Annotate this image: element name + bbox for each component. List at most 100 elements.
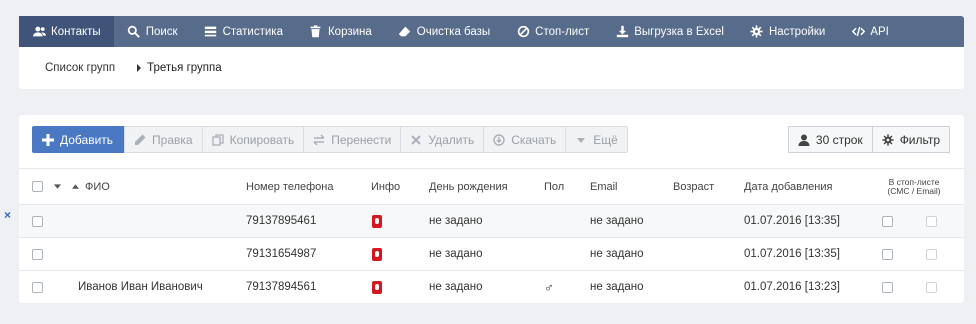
trash-icon [309,25,323,39]
cell-phone: 79137895461 [246,215,317,227]
move-button[interactable]: Перенести [303,126,402,153]
row-checkbox[interactable] [32,248,43,260]
cell-info [372,205,382,237]
cell-info [372,271,382,303]
nav-item-label: Контакты [51,25,101,38]
edit-button-label: Правка [152,132,193,147]
stats-icon [204,25,218,39]
col-age[interactable]: Возраст [673,169,714,204]
edit-button[interactable]: Правка [124,126,203,153]
table-row[interactable]: Иванов Иван Иванович 79137894561 не зада… [19,270,964,303]
cell-added-date: 01.07.2016 [13:23] [744,281,840,293]
stop-email-checkbox[interactable] [926,281,937,293]
nav-item-trash[interactable]: Корзина [296,16,385,47]
cell-stop-sms [882,238,893,270]
cell-info [372,238,382,270]
filter-button-label: Фильтр [899,132,940,147]
breadcrumb-groups-link[interactable]: Список групп [45,62,115,74]
nav-item-label: Выгрузка в Excel [634,25,724,38]
pencil-icon [135,134,146,145]
cell-stop-sms [882,205,893,237]
rows-per-page-label: 30 строк [815,132,863,147]
rows-per-page-button[interactable]: 30 строк [787,126,873,153]
nav-item-label: Статистика [222,25,283,38]
stop-sms-checkbox[interactable] [882,248,893,260]
row-checkbox[interactable] [32,215,43,227]
col-email[interactable]: Email [590,169,618,204]
nav-item-statistics[interactable]: Статистика [191,16,296,47]
delete-button-label: Удалить [428,132,475,147]
nav-item-settings[interactable]: Настройки [737,16,838,47]
row-checkbox[interactable] [32,281,43,293]
copy-button-label: Копировать [229,132,295,147]
stop-sms-checkbox[interactable] [882,281,893,293]
more-button[interactable]: Ещё [565,126,628,153]
sort-up-icon [72,184,79,189]
move-button-label: Перенести [331,132,392,147]
contacts-panel: Добавить Правка Копировать Перенести Уда… [19,115,964,303]
stop-sms-checkbox[interactable] [882,215,893,227]
gear-icon [882,133,894,146]
download-button-label: Скачать [511,132,557,147]
eraser-icon [398,25,412,39]
stop-email-checkbox[interactable] [926,215,937,227]
select-all-checkbox[interactable] [32,181,43,192]
table-header: ФИО Номер телефона Инфо День рождения По… [19,168,964,204]
cell-stop-email [926,205,937,237]
download-icon [615,25,629,39]
exchange-icon [313,134,325,145]
search-icon [127,25,141,39]
col-info[interactable]: Инфо [371,169,400,204]
ban-icon [516,25,530,39]
cell-added-date: 01.07.2016 [13:35] [744,248,840,260]
add-button-label: Добавить [60,132,114,147]
cell-phone: 79137894561 [246,281,317,293]
copy-button[interactable]: Копировать [201,126,305,153]
select-all-cell [32,169,43,204]
add-button[interactable]: Добавить [32,126,126,153]
cell-added-date: 01.07.2016 [13:35] [744,215,840,227]
col-phone[interactable]: Номер телефона [246,169,333,204]
col-stop-list-line2: (СМС / Email) [887,185,941,196]
delete-button[interactable]: Удалить [400,126,485,153]
row-select-cell [32,205,43,237]
cell-email: не задано [590,281,644,293]
col-gender[interactable]: Пол [544,169,564,204]
main-navbar: Контакты Поиск Статистика Корзина Очистк… [19,16,964,47]
nav-item-excel-export[interactable]: Выгрузка в Excel [602,16,737,47]
row-select-cell [32,271,43,303]
cell-birthday: не задано [429,215,483,227]
nav-item-label: Стоп-лист [535,25,590,38]
col-birthday[interactable]: День рождения [429,169,508,204]
cell-stop-sms [882,271,893,303]
top-panel: Контакты Поиск Статистика Корзина Очистк… [19,16,964,89]
more-button-label: Ещё [593,132,618,147]
caret-right-icon [137,64,142,72]
col-name-label: ФИО [85,180,110,193]
chevron-down-icon [577,137,586,143]
nav-item-search[interactable]: Поиск [114,16,191,47]
col-added-date[interactable]: Дата добавления [744,169,832,204]
stop-email-checkbox[interactable] [926,248,937,260]
operator-icon [372,280,382,294]
table-row[interactable]: 79137895461 не задано не задано 01.07.20… [19,204,964,237]
table-row[interactable]: 79131654987 не задано не задано 01.07.20… [19,237,964,270]
nav-item-clean-base[interactable]: Очистка базы [385,16,503,47]
contacts-toolbar: Добавить Правка Копировать Перенести Уда… [32,126,628,153]
nav-item-stop-list[interactable]: Стоп-лист [503,16,602,47]
user-icon [798,134,810,146]
operator-icon [372,214,382,228]
filter-button[interactable]: Фильтр [871,126,950,153]
copy-icon [211,133,224,146]
nav-item-label: Корзина [327,25,372,38]
row-remove-icon[interactable]: × [4,208,11,222]
col-name[interactable]: ФИО [72,169,110,204]
download-button[interactable]: Скачать [483,126,567,153]
nav-item-api[interactable]: API [838,16,902,47]
cell-name: Иванов Иван Иванович [78,281,203,293]
chevron-down-icon[interactable] [54,183,61,190]
nav-item-contacts[interactable]: Контакты [19,16,114,47]
cell-gender: ♂ [544,279,554,295]
sort-menu-cell [54,169,61,204]
breadcrumb-current: Третья группа [137,62,222,74]
